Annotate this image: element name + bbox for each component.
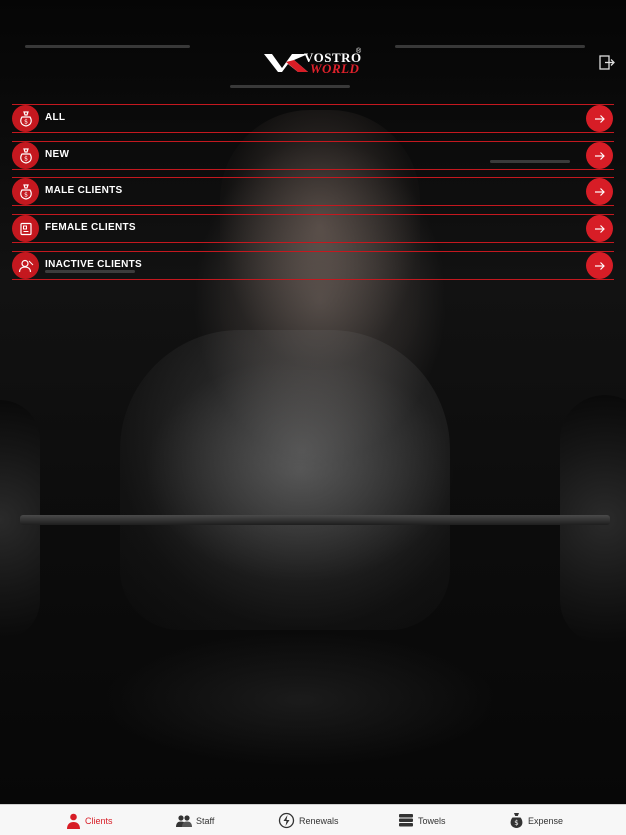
divider — [12, 279, 614, 280]
logout-button[interactable] — [598, 54, 616, 72]
tab-label: Clients — [85, 815, 113, 826]
id-card-icon — [12, 215, 39, 242]
tab-label: Towels — [418, 815, 446, 826]
money-bag-icon: $ — [510, 813, 523, 828]
towel-icon — [399, 814, 413, 827]
money-bag-icon: $ — [12, 142, 39, 169]
client-icon — [67, 813, 80, 829]
divider — [12, 251, 614, 252]
arrow-right-icon[interactable] — [586, 178, 613, 205]
menu-item-label: ALL — [45, 112, 66, 123]
svg-text:$: $ — [514, 819, 518, 827]
menu-item-label: INACTIVE CLIENTS — [45, 259, 143, 270]
arrow-right-icon[interactable] — [586, 215, 613, 242]
athlete-legs — [120, 330, 450, 630]
tab-label: Renewals — [299, 815, 339, 826]
staff-icon — [176, 814, 192, 827]
menu-item-new[interactable]: $ NEW — [0, 141, 626, 170]
svg-text:$: $ — [24, 155, 28, 162]
money-bag-icon: $ — [12, 178, 39, 205]
registered-mark: ® — [356, 48, 362, 55]
divider — [12, 214, 614, 215]
tab-staff[interactable]: Staff — [176, 805, 214, 835]
divider — [12, 169, 614, 170]
divider — [12, 177, 614, 178]
brand-name-line2: WORLD — [310, 61, 360, 76]
menu-item-inactive-clients[interactable]: INACTIVE CLIENTS — [0, 251, 626, 280]
renewal-icon — [278, 812, 295, 829]
divider — [12, 132, 614, 133]
menu-item-female-clients[interactable]: FEMALE CLIENTS — [0, 214, 626, 243]
divider — [12, 205, 614, 206]
menu-item-male-clients[interactable]: $ MALE CLIENTS — [0, 177, 626, 206]
arrow-right-icon[interactable] — [586, 142, 613, 169]
tab-clients[interactable]: Clients — [66, 805, 113, 835]
bottom-tab-bar: Clients Staff Renewals Towels $ Expense — [0, 804, 626, 835]
tab-renewals[interactable]: Renewals — [278, 805, 339, 835]
money-bag-icon: $ — [12, 105, 39, 132]
divider — [12, 141, 614, 142]
tab-label: Staff — [196, 815, 215, 826]
svg-text:$: $ — [24, 191, 28, 198]
logo-mark-icon — [264, 54, 308, 72]
arrow-right-icon[interactable] — [586, 252, 613, 279]
divider — [12, 104, 614, 105]
menu-item-label: NEW — [45, 149, 70, 160]
header: VOSTRO ® WORLD — [0, 0, 626, 100]
tab-expense[interactable]: $ Expense — [509, 805, 563, 835]
menu-item-all[interactable]: $ ALL — [0, 104, 626, 133]
svg-text:$: $ — [24, 118, 28, 125]
tab-towels[interactable]: Towels — [398, 805, 446, 835]
menu-item-label: FEMALE CLIENTS — [45, 222, 136, 233]
arrow-right-icon[interactable] — [586, 105, 613, 132]
user-off-icon — [12, 252, 39, 279]
tab-label: Expense — [528, 815, 564, 826]
brand-logo: VOSTRO ® WORLD — [264, 48, 364, 76]
divider — [12, 242, 614, 243]
menu-item-label: MALE CLIENTS — [45, 185, 123, 196]
barbell — [20, 515, 610, 525]
logout-icon — [599, 55, 615, 70]
